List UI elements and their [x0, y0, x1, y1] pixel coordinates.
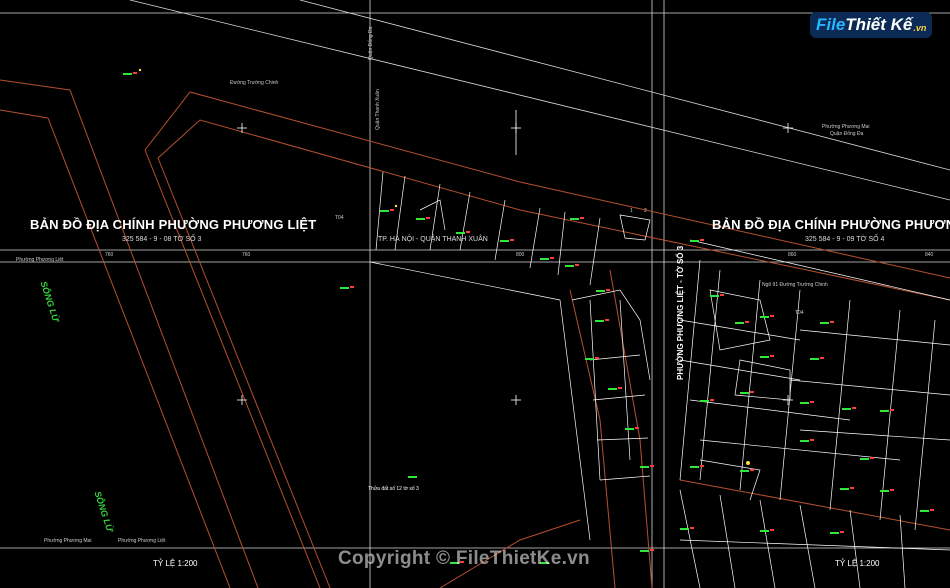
- point-number-2: 2: [644, 208, 647, 214]
- logo-text-file: File: [816, 15, 846, 34]
- road-ngo-91: Ngõ 91 Đường Trường Chinh: [762, 282, 828, 288]
- road-truong-chinh: Đường Trường Chinh: [230, 80, 279, 86]
- grid-coordinate-840: 840: [925, 252, 934, 258]
- point-number-1: 1: [630, 208, 633, 214]
- grid-coordinate-760-left: 760: [105, 252, 114, 258]
- grid-coordinate-800: 800: [516, 252, 525, 258]
- map-code-t04-left: T04: [335, 215, 344, 221]
- logo-text-thietke: Thiết Kế: [845, 15, 913, 34]
- grid-coordinate-860: 860: [788, 252, 797, 258]
- city-label: TP. HÀ NỘI - QUẬN THANH XUÂN: [378, 236, 488, 243]
- ward-phuong-mai: Phường Phương Mai: [822, 124, 870, 130]
- sheet-number-right: 325 584 - 9 - 09 TỜ SỐ 4: [805, 236, 885, 243]
- ward-label-left-bottom: Phường Phương Liệt: [118, 538, 166, 544]
- district-thanh-xuan-vertical: Quận Thanh Xuân: [375, 89, 381, 130]
- district-dong-da: Quận Đống Đa: [830, 131, 864, 137]
- sheet-number-left: 325 584 - 9 - 08 TỜ SỐ 3: [122, 236, 202, 243]
- map-title-right: BẢN ĐỒ ĐỊA CHÍNH PHƯỜNG PHƯƠN: [712, 217, 950, 232]
- map-title-left: BẢN ĐỒ ĐỊA CHÍNH PHƯỜNG PHƯƠNG LIỆT: [30, 217, 317, 232]
- map-code-t04-right: T04: [795, 310, 804, 316]
- ward-label-vertical: PHƯỜNG PHƯƠNG LIỆT - TỜ SỐ 3: [676, 245, 685, 380]
- grid-coordinate-760: 760: [242, 252, 251, 258]
- boundary-lines: [0, 79, 950, 588]
- grid-lines: [0, 0, 950, 588]
- ward-label-left: Phường Phương Liệt: [16, 257, 64, 263]
- parcel-lines: [369, 171, 950, 588]
- copyright-watermark: Copyright © FileThietKe.vn: [338, 548, 590, 569]
- parcel-note: Thửa đất số 12 tờ số 3: [368, 486, 419, 492]
- filethietke-logo[interactable]: File Thiết Kế .vn: [810, 12, 933, 38]
- scale-left: TỶ LỆ 1:200: [153, 559, 198, 568]
- parcel-label-markers: [123, 68, 934, 564]
- district-dong-da-vertical: Quận Đống Đa: [368, 26, 374, 60]
- scale-right: TỶ LỆ 1:200: [835, 559, 880, 568]
- cad-map-canvas[interactable]: [0, 0, 950, 588]
- logo-text-vn: .vn: [913, 23, 927, 33]
- ward-label-bottom: Phường Phương Mai: [44, 538, 92, 544]
